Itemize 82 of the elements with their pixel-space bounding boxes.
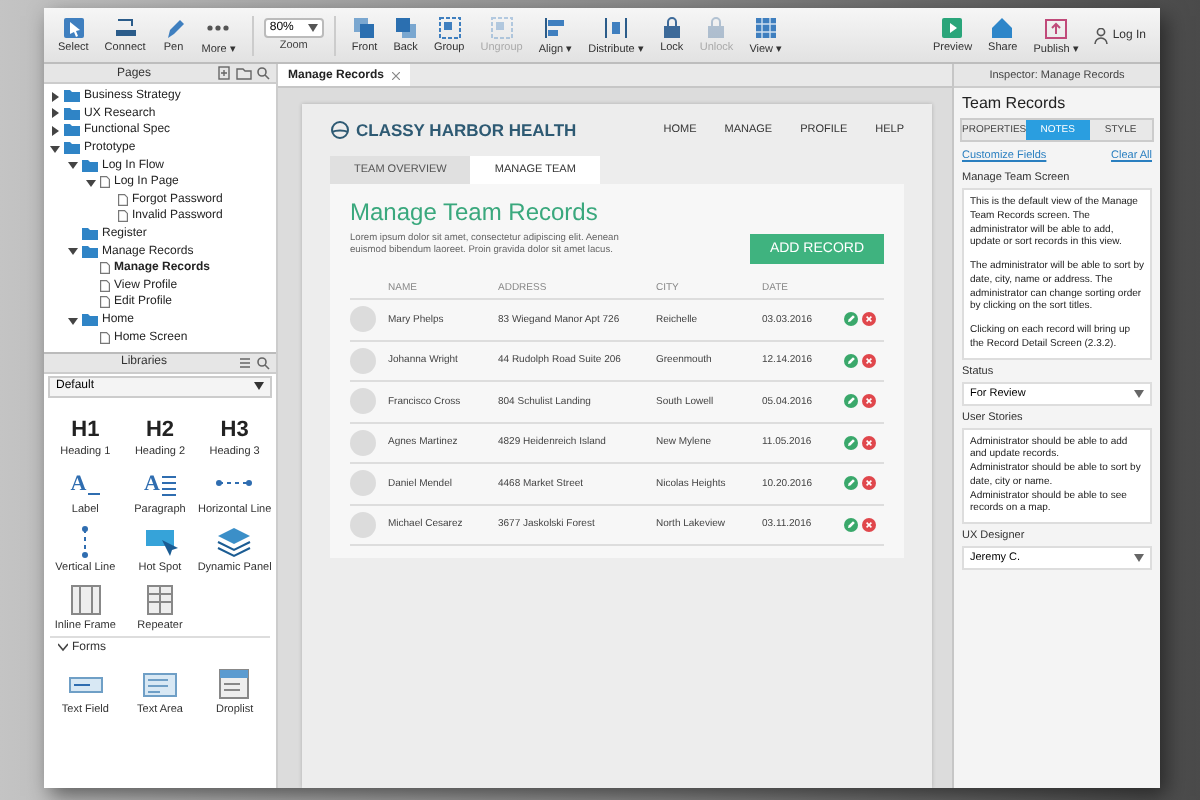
group-icon <box>489 16 514 40</box>
avatar-placeholder <box>350 306 376 333</box>
cross-icon <box>861 476 875 491</box>
close-icon[interactable] <box>392 71 401 79</box>
edit-button[interactable] <box>844 435 858 450</box>
avatar-placeholder <box>350 470 376 497</box>
text-lines-icon <box>161 475 176 496</box>
pencil-icon <box>844 435 858 450</box>
disclosure-icon[interactable] <box>68 160 78 171</box>
heading-glyph: H2 <box>145 415 175 444</box>
delete-button[interactable] <box>861 394 875 409</box>
search-icon[interactable] <box>256 66 270 80</box>
frame-icon <box>65 581 106 618</box>
disclosure-icon[interactable] <box>50 143 60 154</box>
edit-button[interactable] <box>844 476 858 491</box>
add-page-icon[interactable] <box>218 66 232 80</box>
menu-icon[interactable] <box>238 355 252 370</box>
group-icon <box>437 16 462 40</box>
disclosure-icon[interactable] <box>50 125 60 136</box>
caret-icon <box>1134 389 1144 397</box>
underline-icon <box>88 491 101 496</box>
heading-glyph: H3 <box>220 415 249 444</box>
droplist-icon <box>214 665 255 702</box>
search-icon[interactable] <box>256 355 270 370</box>
edit-button[interactable] <box>844 353 858 368</box>
inspector-title: Team Records <box>960 92 1068 116</box>
cross-icon <box>861 435 875 450</box>
heading-glyph: H1 <box>71 415 100 444</box>
disclosure-icon[interactable] <box>58 642 68 653</box>
caret-icon <box>307 24 318 32</box>
upload-icon <box>1044 15 1069 39</box>
distribute-icon <box>603 15 628 39</box>
folder-icon <box>82 314 98 327</box>
grid-icon <box>753 15 778 39</box>
pencil-icon <box>844 476 858 491</box>
pencil-icon <box>844 353 858 368</box>
delete-button[interactable] <box>861 476 875 491</box>
logo-icon <box>330 120 350 140</box>
cross-icon <box>861 353 875 368</box>
disclosure-icon[interactable] <box>68 315 78 326</box>
letter-glyph: A <box>70 473 87 496</box>
disclosure-icon[interactable] <box>86 177 96 188</box>
edit-button[interactable] <box>844 312 858 327</box>
add-folder-icon[interactable] <box>236 66 252 80</box>
lock-icon <box>704 16 729 40</box>
edit-button[interactable] <box>844 517 858 532</box>
disclosure-icon[interactable] <box>68 246 78 257</box>
cross-icon <box>861 312 875 327</box>
disclosure-icon[interactable] <box>50 108 60 119</box>
disclosure-icon[interactable] <box>50 91 60 102</box>
stacked-panels-icon <box>214 523 255 560</box>
cross-icon <box>861 394 875 409</box>
pencil-icon <box>844 517 858 532</box>
cross-icon <box>861 517 875 532</box>
page-icon <box>100 331 110 344</box>
avatar-placeholder <box>350 429 376 456</box>
cursor-icon <box>61 16 86 40</box>
delete-button[interactable] <box>861 517 875 532</box>
caret-icon <box>254 382 264 391</box>
pencil-icon <box>844 394 858 409</box>
user-icon <box>1094 27 1109 43</box>
avatar-placeholder <box>350 388 376 415</box>
vertical-line-icon <box>82 525 89 558</box>
lock-icon <box>659 16 684 40</box>
brand-name: CLASSY HARBOR HEALTH <box>356 120 577 140</box>
play-icon <box>940 16 965 40</box>
align-icon <box>543 15 568 39</box>
delete-button[interactable] <box>861 435 875 450</box>
delete-button[interactable] <box>861 312 875 327</box>
page-heading: Manage Team Records <box>350 198 600 226</box>
avatar-placeholder <box>350 511 376 538</box>
edit-button[interactable] <box>844 394 858 409</box>
layers-icon <box>352 16 377 40</box>
delete-button[interactable] <box>861 353 875 368</box>
connector-icon <box>113 16 138 40</box>
horizontal-line-icon <box>216 480 253 487</box>
pencil-icon <box>844 312 858 327</box>
avatar-placeholder <box>350 347 376 374</box>
caret-icon <box>1134 554 1144 562</box>
letter-glyph: A <box>144 473 160 496</box>
house-icon <box>990 16 1015 40</box>
layers-icon <box>393 16 418 40</box>
